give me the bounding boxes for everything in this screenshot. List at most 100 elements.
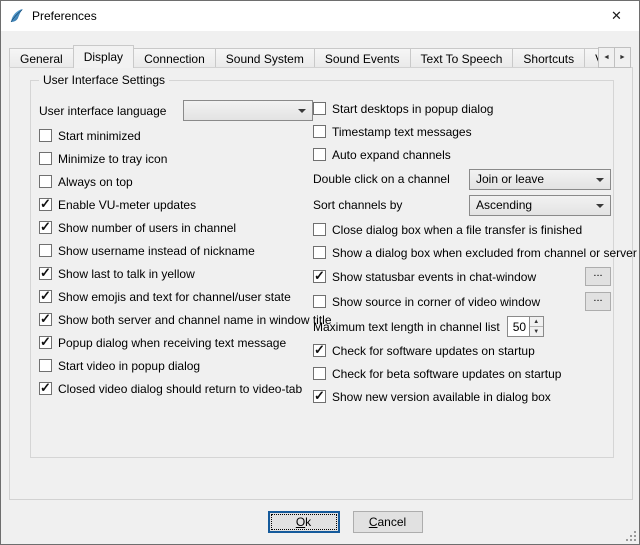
checkbox[interactable] <box>313 295 326 308</box>
chevron-down-icon <box>596 178 604 182</box>
checkbox-timestamp-messages[interactable]: Timestamp text messages <box>313 120 611 143</box>
language-select[interactable] <box>183 100 313 121</box>
video-source-more-button[interactable]: ... <box>585 292 611 311</box>
checkbox[interactable] <box>313 367 326 380</box>
user-interface-settings-group: User Interface Settings User interface l… <box>30 80 614 458</box>
checkbox-label: Show source in corner of video window <box>332 295 540 309</box>
checkbox-label: Closed video dialog should return to vid… <box>58 382 302 396</box>
tab-scroll-left-icon[interactable]: ◄ <box>598 47 615 68</box>
sort-channels-select[interactable]: Ascending <box>469 195 611 216</box>
checkbox-label: Always on top <box>58 175 133 189</box>
checkbox-show-user-count[interactable]: Show number of users in channel <box>39 216 313 239</box>
checkbox[interactable] <box>313 102 326 115</box>
tab-scroll-control: ◄ ► <box>598 47 631 68</box>
tab-shortcuts[interactable]: Shortcuts <box>512 48 585 68</box>
checkbox-always-on-top[interactable]: Always on top <box>39 170 313 193</box>
checkbox[interactable] <box>39 290 52 303</box>
tab-strip: General Display Connection Sound System … <box>9 45 631 68</box>
checkbox[interactable] <box>313 223 326 236</box>
checkbox[interactable] <box>39 336 52 349</box>
checkbox-label: Minimize to tray icon <box>58 152 167 166</box>
checkbox[interactable] <box>313 125 326 138</box>
checkbox[interactable] <box>313 390 326 403</box>
checkbox-label: Timestamp text messages <box>332 125 472 139</box>
checkbox[interactable] <box>39 359 52 372</box>
checkbox-label: Show username instead of nickname <box>58 244 255 258</box>
ok-button[interactable]: Ok <box>268 511 340 533</box>
checkbox-close-on-transfer[interactable]: Close dialog box when a file transfer is… <box>313 218 611 241</box>
checkbox-label: Popup dialog when receiving text message <box>58 336 286 350</box>
checkbox-new-version-dialog[interactable]: Show new version available in dialog box <box>313 385 611 408</box>
checkbox[interactable] <box>313 246 326 259</box>
tab-sound-system[interactable]: Sound System <box>215 48 315 68</box>
tab-general[interactable]: General <box>9 48 74 68</box>
checkbox-start-video-popup[interactable]: Start video in popup dialog <box>39 354 313 377</box>
checkbox-label: Show last to talk in yellow <box>58 267 195 281</box>
checkbox-closed-video-return[interactable]: Closed video dialog should return to vid… <box>39 377 313 400</box>
left-column: User interface language Start minimized … <box>39 97 313 400</box>
double-click-select[interactable]: Join or leave <box>469 169 611 190</box>
spin-down-icon[interactable]: ▼ <box>530 327 543 336</box>
checkbox-desktops-popup[interactable]: Start desktops in popup dialog <box>313 97 611 120</box>
max-text-length-value[interactable]: 50 <box>507 316 529 337</box>
cancel-button-label: Cancel <box>369 515 406 529</box>
checkbox-show-username[interactable]: Show username instead of nickname <box>39 239 313 262</box>
checkbox[interactable] <box>39 152 52 165</box>
checkbox[interactable] <box>39 198 52 211</box>
checkbox-minimize-to-tray[interactable]: Minimize to tray icon <box>39 147 313 170</box>
checkbox[interactable] <box>39 313 52 326</box>
language-row: User interface language <box>39 97 313 124</box>
language-label: User interface language <box>39 104 166 118</box>
preferences-dialog: Preferences ✕ General Display Connection… <box>0 0 640 545</box>
tab-text-to-speech[interactable]: Text To Speech <box>410 48 514 68</box>
ok-button-label: Ok <box>296 515 311 529</box>
checkbox-statusbar-events[interactable]: Show statusbar events in chat-window ... <box>313 264 611 289</box>
checkbox[interactable] <box>39 244 52 257</box>
chevron-down-icon <box>596 204 604 208</box>
checkbox-label: Show statusbar events in chat-window <box>332 270 536 284</box>
checkbox-beta-updates[interactable]: Check for beta software updates on start… <box>313 362 611 385</box>
checkbox-show-emojis[interactable]: Show emojis and text for channel/user st… <box>39 285 313 308</box>
checkbox-label: Show both server and channel name in win… <box>58 313 332 327</box>
checkbox[interactable] <box>39 267 52 280</box>
checkbox[interactable] <box>39 382 52 395</box>
checkbox-auto-expand-channels[interactable]: Auto expand channels <box>313 143 611 166</box>
tab-bar: General Display Connection Sound System … <box>9 45 631 68</box>
checkbox-server-channel-title[interactable]: Show both server and channel name in win… <box>39 308 313 331</box>
checkbox-start-minimized[interactable]: Start minimized <box>39 124 313 147</box>
tab-sound-events[interactable]: Sound Events <box>314 48 411 68</box>
checkbox-label: Show new version available in dialog box <box>332 390 551 404</box>
sort-channels-value: Ascending <box>476 198 532 212</box>
checkbox-popup-text-message[interactable]: Popup dialog when receiving text message <box>39 331 313 354</box>
title-bar[interactable]: Preferences ✕ <box>1 1 639 31</box>
checkbox-label: Show emojis and text for channel/user st… <box>58 290 291 304</box>
checkbox-excluded-dialog[interactable]: Show a dialog box when excluded from cha… <box>313 241 611 264</box>
checkbox-software-updates[interactable]: Check for software updates on startup <box>313 339 611 362</box>
checkbox[interactable] <box>313 344 326 357</box>
tab-display[interactable]: Display <box>73 45 134 68</box>
close-button[interactable]: ✕ <box>594 1 639 31</box>
checkbox-label: Show a dialog box when excluded from cha… <box>332 246 637 260</box>
checkbox-last-to-talk[interactable]: Show last to talk in yellow <box>39 262 313 285</box>
max-text-length-spinner[interactable]: 50 ▲ ▼ <box>507 316 544 337</box>
cancel-button[interactable]: Cancel <box>353 511 423 533</box>
tab-connection[interactable]: Connection <box>133 48 216 68</box>
checkbox-video-source-corner[interactable]: Show source in corner of video window ..… <box>313 289 611 314</box>
resize-grip[interactable] <box>624 529 637 542</box>
checkbox[interactable] <box>313 148 326 161</box>
statusbar-events-more-button[interactable]: ... <box>585 267 611 286</box>
tab-scroll-right-icon[interactable]: ► <box>614 47 631 68</box>
spin-up-icon[interactable]: ▲ <box>530 317 543 327</box>
checkbox-vu-meter-updates[interactable]: Enable VU-meter updates <box>39 193 313 216</box>
checkbox-label: Check for beta software updates on start… <box>332 367 561 381</box>
sort-channels-label: Sort channels by <box>313 198 402 212</box>
checkbox[interactable] <box>39 221 52 234</box>
checkbox-label: Check for software updates on startup <box>332 344 535 358</box>
spinner-arrows: ▲ ▼ <box>529 316 544 337</box>
double-click-label: Double click on a channel <box>313 172 450 186</box>
checkbox[interactable] <box>313 270 326 283</box>
checkbox[interactable] <box>39 175 52 188</box>
tab-page-display: User Interface Settings User interface l… <box>9 67 633 500</box>
checkbox[interactable] <box>39 129 52 142</box>
max-text-length-row: Maximum text length in channel list 50 ▲… <box>313 314 611 339</box>
